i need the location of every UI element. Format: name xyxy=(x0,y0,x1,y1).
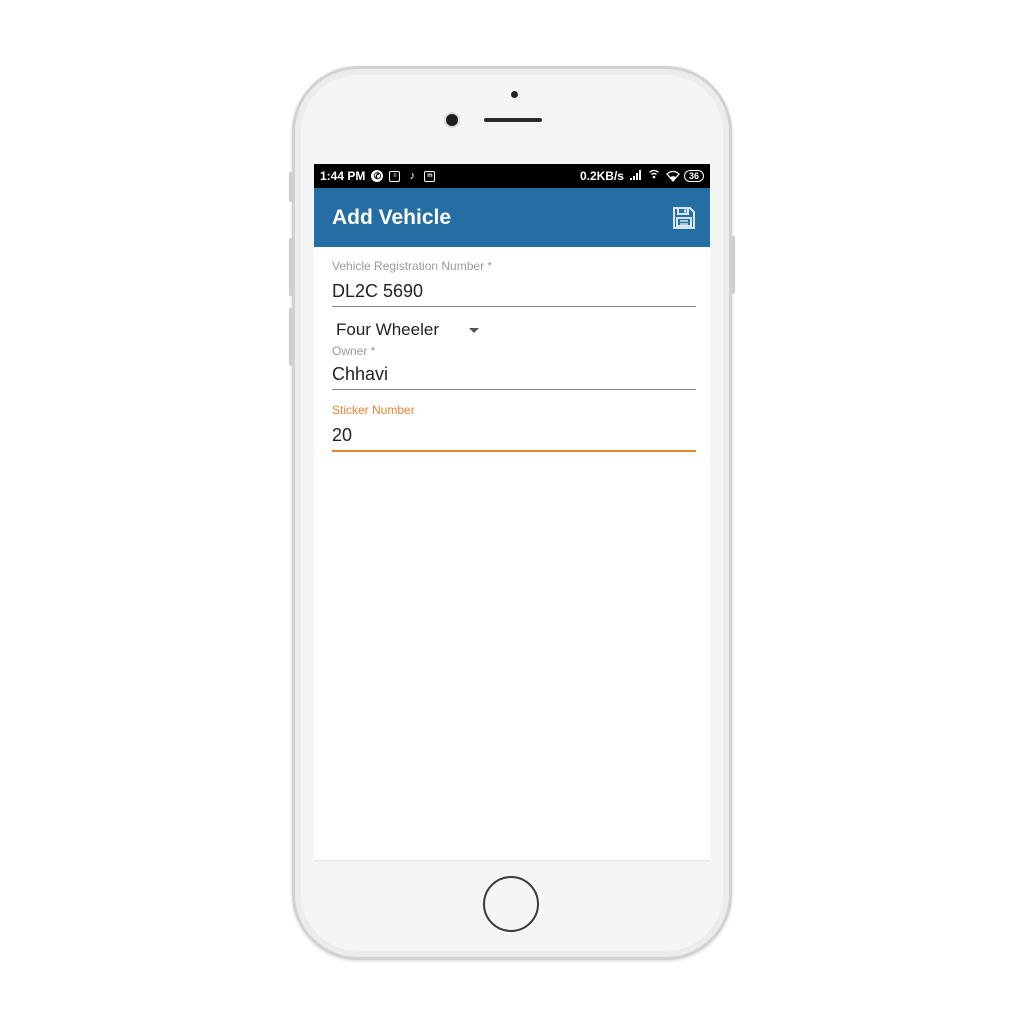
whatsapp-icon: ✆ xyxy=(371,170,384,182)
sticker-number-label: Sticker Number xyxy=(332,403,415,417)
registration-number-field[interactable]: Vehicle Registration Number * DL2C 5690 xyxy=(332,259,696,307)
tiktok-icon: ♪ xyxy=(409,170,416,182)
save-icon xyxy=(673,206,695,229)
save-button[interactable] xyxy=(670,204,698,232)
owner-field[interactable]: Owner * Chhavi xyxy=(332,344,696,390)
volume-up-button xyxy=(289,238,293,296)
home-button[interactable] xyxy=(483,876,539,932)
page-title: Add Vehicle xyxy=(332,205,452,229)
sticker-number-field[interactable]: Sticker Number 20 xyxy=(332,403,696,452)
dropdown-arrow-icon xyxy=(468,327,479,333)
registration-number-label: Vehicle Registration Number * xyxy=(332,259,493,273)
hotspot-icon xyxy=(648,169,660,182)
front-camera xyxy=(446,114,458,126)
earpiece-speaker xyxy=(484,118,542,122)
screen-divider xyxy=(314,860,710,861)
message-icon: ≡ xyxy=(389,170,401,182)
volume-down-button xyxy=(289,308,293,366)
battery-indicator: 36 xyxy=(683,170,704,182)
mute-switch xyxy=(289,172,293,202)
wifi-icon xyxy=(666,170,680,182)
sticker-number-input[interactable]: 20 xyxy=(332,425,696,452)
owner-label: Owner * xyxy=(332,344,376,358)
owner-input[interactable]: Chhavi xyxy=(332,364,696,390)
app-bar: Add Vehicle xyxy=(314,188,710,247)
power-button xyxy=(731,236,735,294)
signal-icon xyxy=(629,170,642,182)
status-bar: 1:44 PM ✆ ≡ ♪ m 0.2KB/s 36 xyxy=(314,164,710,188)
screen: 1:44 PM ✆ ≡ ♪ m 0.2KB/s 36 Add Vehicle V… xyxy=(314,164,710,860)
status-time: 1:44 PM xyxy=(320,169,366,183)
mi-icon: m xyxy=(424,170,436,182)
network-speed: 0.2KB/s xyxy=(579,169,624,183)
vehicle-type-selected: Four Wheeler xyxy=(336,320,439,339)
registration-number-input[interactable]: DL2C 5690 xyxy=(332,281,696,307)
proximity-sensor xyxy=(511,91,518,98)
vehicle-type-dropdown[interactable]: Four Wheeler xyxy=(336,320,479,340)
